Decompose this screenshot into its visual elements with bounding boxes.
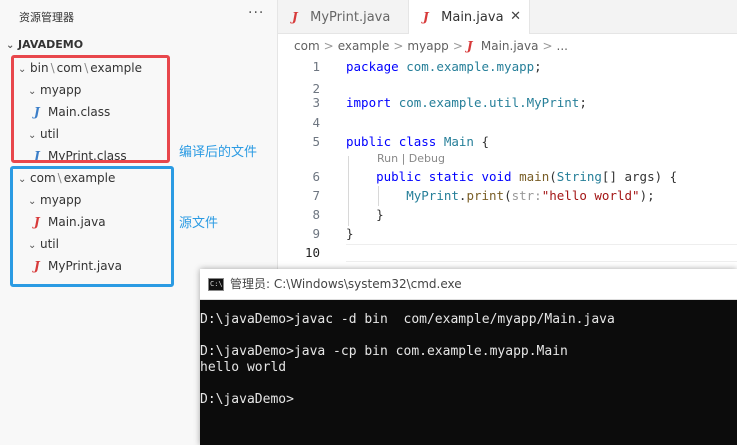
breadcrumb-example[interactable]: example — [338, 39, 390, 53]
line-number: 6 — [312, 169, 320, 184]
terminal-icon: C:\ — [208, 278, 224, 291]
chevron-right-icon: > — [542, 39, 553, 53]
code-line-5: public class Main { — [346, 134, 490, 149]
tab-myprint-java[interactable]: J MyPrint.java — [278, 0, 408, 34]
line-number: 1 — [312, 59, 320, 74]
line-number: 9 — [312, 226, 320, 241]
explorer-title: 资源管理器 — [19, 11, 74, 24]
cmd-output[interactable]: D:\javaDemo>javac -d bin com/example/mya… — [200, 312, 615, 408]
chevron-right-icon: > — [452, 39, 463, 53]
cmd-window[interactable]: C:\ 管理员: C:\Windows\system32\cmd.exe D:\… — [200, 269, 737, 445]
line-number: 5 — [312, 134, 320, 149]
chevron-right-icon: > — [393, 39, 404, 53]
line-number: 2 — [312, 81, 320, 96]
tab-main-java[interactable]: J Main.java ✕ — [408, 0, 530, 34]
java-file-icon: J — [466, 39, 473, 53]
cmd-title: 管理员: C:\Windows\system32\cmd.exe — [230, 277, 462, 291]
editor-tab-bar: J MyPrint.java J Main.java ✕ — [278, 0, 737, 34]
line-number: 10 — [304, 245, 320, 260]
codelens-run-debug[interactable]: Run | Debug — [377, 152, 445, 165]
code-line-9: } — [346, 226, 354, 241]
code-line-8: } — [346, 207, 384, 222]
breadcrumb-more[interactable]: ... — [557, 39, 568, 53]
code-line-7: MyPrint.print(str:"hello world"); — [406, 188, 655, 203]
breadcrumb-file[interactable]: Main.java — [481, 39, 539, 53]
code-line-6: public static void main(String[] args) { — [376, 169, 678, 184]
breadcrumb-com[interactable]: com — [294, 39, 320, 53]
java-file-icon: J — [423, 10, 429, 24]
annotation-compiled: 编译后的文件 — [179, 145, 258, 160]
chevron-down-icon: ⌄ — [6, 40, 15, 51]
line-number: 8 — [312, 207, 320, 222]
line-number: 3 — [312, 95, 320, 110]
java-file-icon: J — [292, 10, 298, 24]
cmd-title-bar[interactable]: C:\ 管理员: C:\Windows\system32\cmd.exe — [200, 269, 737, 300]
source-files-highlight — [10, 166, 174, 287]
indent-guide — [378, 186, 379, 206]
line-number: 4 — [312, 115, 320, 130]
close-icon[interactable]: ✕ — [510, 0, 521, 34]
code-line-3: import com.example.util.MyPrint; — [346, 95, 587, 110]
chevron-right-icon: > — [323, 39, 334, 53]
project-root[interactable]: ⌄ JAVADEMO — [6, 34, 83, 56]
breadcrumb: com > example > myapp > J Main.java >... — [294, 37, 568, 55]
compiled-files-highlight — [11, 55, 170, 163]
code-editor[interactable]: 1 2 3 4 5 6 7 8 9 10 package com.example… — [278, 56, 737, 266]
indent-guide — [348, 156, 349, 226]
line-number: 7 — [312, 188, 320, 203]
more-actions-icon[interactable]: ··· — [248, 5, 264, 21]
code-line-1: package com.example.myapp; — [346, 59, 542, 74]
annotation-source: 源文件 — [179, 216, 219, 231]
breadcrumb-myapp[interactable]: myapp — [407, 39, 448, 53]
